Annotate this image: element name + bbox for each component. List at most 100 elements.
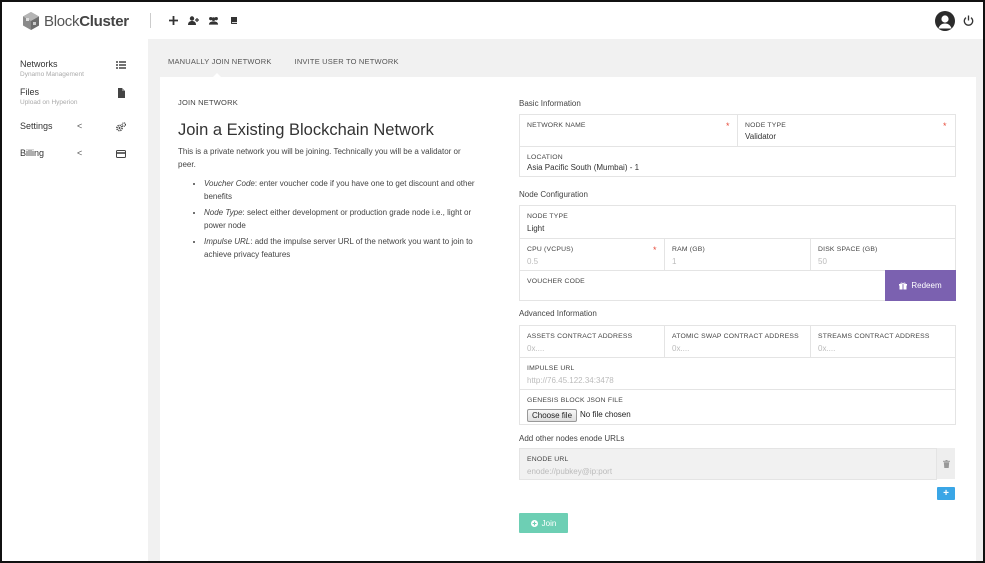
redeem-label: Redeem (911, 281, 942, 290)
node-configuration-title: Node Configuration (519, 190, 588, 199)
field-label: IMPULSE URL (527, 365, 575, 372)
required-mark: * (943, 121, 947, 131)
file-icon (118, 88, 125, 98)
tab-bar: MANUALLY JOIN NETWORK INVITE USER TO NET… (168, 57, 399, 66)
field-placeholder: http://76.45.122.34:3478 (527, 376, 614, 385)
sidebar-item-label: Files (20, 87, 40, 97)
list-item: Impulse URL: add the impulse server URL … (204, 235, 480, 262)
field-placeholder: 0x.... (672, 344, 690, 353)
basic-information-box: NETWORK NAME * NODE TYPE Validator * LOC… (519, 114, 956, 177)
voucher-code-input[interactable]: VOUCHER CODE (520, 271, 886, 301)
field-label: ENODE URL (527, 456, 569, 463)
field-label: VOUCHER CODE (527, 278, 585, 285)
field-value: 0.5 (527, 257, 539, 266)
field-label: NODE TYPE (527, 213, 568, 220)
enode-url-input[interactable]: ENODE URL enode://pubkey@ip:port (519, 448, 937, 480)
field-value: Validator (745, 132, 776, 141)
field-label: DISK SPACE (GB) (818, 246, 878, 253)
cpu-input[interactable]: CPU (VCPUS) 0.5 * (520, 239, 665, 270)
genesis-file-field: GENESIS BLOCK JSON FILE Choose file No f… (520, 390, 955, 424)
join-label: Join (541, 518, 557, 528)
sidebar-item-billing[interactable]: Billing < (20, 148, 130, 158)
required-mark: * (726, 121, 730, 131)
logo[interactable]: BlockCluster (21, 11, 129, 31)
field-value: 50 (818, 257, 827, 266)
sidebar-item-label: Networks (20, 59, 58, 69)
plus-circle-icon (530, 519, 538, 527)
field-value: Light (527, 224, 545, 233)
trash-icon (942, 459, 950, 468)
chevron-left-icon: < (77, 121, 83, 131)
atomic-swap-contract-input[interactable]: ATOMIC SWAP CONTRACT ADDRESS 0x.... (665, 326, 811, 357)
node-size-select[interactable]: NODE TYPE Light (520, 206, 955, 238)
field-placeholder: 0x.... (818, 344, 836, 353)
list-icon (116, 61, 126, 69)
sidebar-item-label: Settings (20, 121, 53, 131)
field-value: Asia Pacific South (Mumbai) - 1 (527, 163, 640, 172)
field-placeholder: enode://pubkey@ip:port (527, 467, 613, 476)
blockcluster-logo-icon (23, 12, 39, 30)
intro-text: This is a private network you will be jo… (178, 147, 461, 169)
main-content: MANUALLY JOIN NETWORK INVITE USER TO NET… (148, 39, 983, 561)
add-enode-button[interactable]: + (937, 487, 955, 500)
assets-contract-input[interactable]: ASSETS CONTRACT ADDRESS 0x.... (520, 326, 665, 357)
page-title: Join a Existing Blockchain Network (178, 121, 434, 139)
basic-information-title: Basic Information (519, 99, 581, 108)
section-title: JOIN NETWORK (178, 98, 238, 107)
field-label: NODE TYPE (745, 122, 786, 129)
field-label: GENESIS BLOCK JSON FILE (527, 397, 624, 404)
sidebar-item-sublabel: Dynamo Management (20, 71, 84, 78)
add-user-icon[interactable] (188, 14, 199, 26)
node-type-select[interactable]: NODE TYPE Validator * (738, 115, 956, 146)
sidebar-item-sublabel: Upload on Hyperion (20, 99, 78, 106)
field-label: ASSETS CONTRACT ADDRESS (527, 333, 633, 340)
field-label: RAM (GB) (672, 246, 705, 253)
streams-contract-input[interactable]: STREAMS CONTRACT ADDRESS 0x.... (811, 326, 955, 357)
redeem-button[interactable]: Redeem (885, 270, 956, 301)
users-icon[interactable] (208, 14, 219, 26)
sidebar-item-label: Billing (20, 148, 45, 158)
chevron-left-icon: < (77, 148, 83, 158)
delete-enode-button[interactable] (937, 448, 955, 479)
sidebar-item-settings[interactable]: Settings < (20, 121, 130, 132)
advanced-information-box: ASSETS CONTRACT ADDRESS 0x.... ATOMIC SW… (519, 325, 956, 425)
tab-invite-user-to-network[interactable]: INVITE USER TO NETWORK (295, 57, 399, 66)
field-label: ATOMIC SWAP CONTRACT ADDRESS (672, 333, 799, 340)
impulse-url-input[interactable]: IMPULSE URL http://76.45.122.34:3478 (520, 358, 955, 389)
tab-manually-join-network[interactable]: MANUALLY JOIN NETWORK (168, 57, 272, 66)
join-button[interactable]: Join (519, 513, 568, 533)
disk-space-input[interactable]: DISK SPACE (GB) 50 (811, 239, 955, 270)
help-list: Voucher Code: enter voucher code if you … (190, 177, 480, 264)
field-placeholder: 0x.... (527, 344, 545, 353)
divider (150, 13, 151, 28)
gift-icon (899, 282, 908, 290)
list-item: Voucher Code: enter voucher code if you … (204, 177, 480, 204)
field-label: NETWORK NAME (527, 122, 586, 129)
top-bar: BlockCluster (2, 2, 983, 39)
toolbar-icons (168, 14, 239, 26)
advanced-information-title: Advanced Information (519, 309, 597, 318)
sidebar-item-networks[interactable]: Networks Dynamo Management (20, 59, 130, 78)
field-label: LOCATION (527, 154, 563, 161)
choose-file-button[interactable]: Choose file (527, 409, 578, 422)
power-icon[interactable] (963, 15, 974, 26)
sidebar-item-files[interactable]: Files Upload on Hyperion (20, 87, 130, 106)
ram-input[interactable]: RAM (GB) 1 (665, 239, 811, 270)
field-value: 1 (672, 257, 677, 266)
join-network-card: JOIN NETWORK Join a Existing Blockchain … (160, 77, 976, 561)
plus-icon[interactable] (168, 14, 179, 26)
location-select[interactable]: LOCATION Asia Pacific South (Mumbai) - 1 (520, 147, 955, 177)
enode-urls-title: Add other nodes enode URLs (519, 434, 625, 443)
field-label: STREAMS CONTRACT ADDRESS (818, 333, 930, 340)
app-frame: BlockCluster Networks Dynamo Management … (0, 0, 985, 563)
field-label: CPU (VCPUS) (527, 246, 574, 253)
file-status: No file chosen (580, 410, 631, 419)
required-mark: * (653, 245, 657, 255)
cogs-icon (116, 122, 126, 132)
book-icon[interactable] (228, 14, 239, 26)
credit-card-icon (116, 150, 126, 158)
list-item: Node Type: select either development or … (204, 206, 480, 233)
user-avatar[interactable] (935, 11, 955, 31)
network-name-field[interactable]: NETWORK NAME * (520, 115, 738, 146)
sidebar: Networks Dynamo Management Files Upload … (2, 39, 148, 561)
